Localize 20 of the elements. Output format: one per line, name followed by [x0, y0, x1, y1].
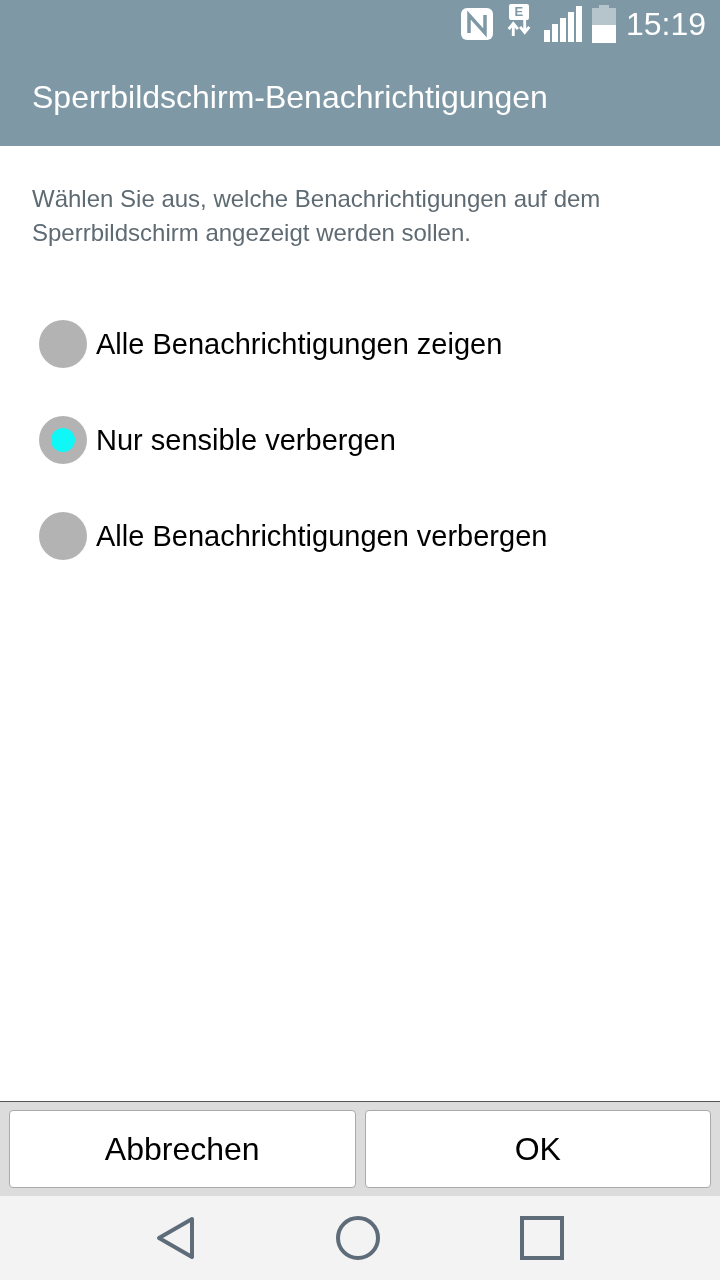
- battery-icon: [591, 5, 616, 43]
- recent-apps-icon[interactable]: [520, 1216, 564, 1260]
- option-label: Alle Benachrichtigungen verbergen: [96, 519, 548, 553]
- home-icon[interactable]: [336, 1216, 380, 1260]
- screen-title: Sperrbildschirm-Benachrichtigungen: [32, 78, 548, 116]
- description-text: Wählen Sie aus, welche Benachrichtigungen auf dem Sperrbildschirm angezeigt werden sollen.: [32, 184, 602, 248]
- radio-button[interactable]: [39, 416, 87, 464]
- dialog-button[interactable]: OK: [364, 1110, 711, 1188]
- clock: 15:19: [625, 5, 706, 43]
- dialog-button[interactable]: Abbrechen: [9, 1110, 356, 1188]
- radio-option[interactable]: Alle Benachrichtigungen zeigen: [0, 296, 720, 392]
- radio-button[interactable]: [39, 512, 87, 560]
- radio-button[interactable]: [39, 320, 87, 368]
- radio-option[interactable]: Nur sensible verbergen: [0, 392, 720, 488]
- option-label: Nur sensible verbergen: [96, 423, 396, 457]
- signal-icon: [543, 6, 582, 42]
- option-label: Alle Benachrichtigungen zeigen: [96, 327, 503, 361]
- nfc-icon: [459, 7, 494, 41]
- radio-option[interactable]: Alle Benachrichtigungen verbergen: [0, 488, 720, 584]
- back-icon[interactable]: [156, 1216, 196, 1260]
